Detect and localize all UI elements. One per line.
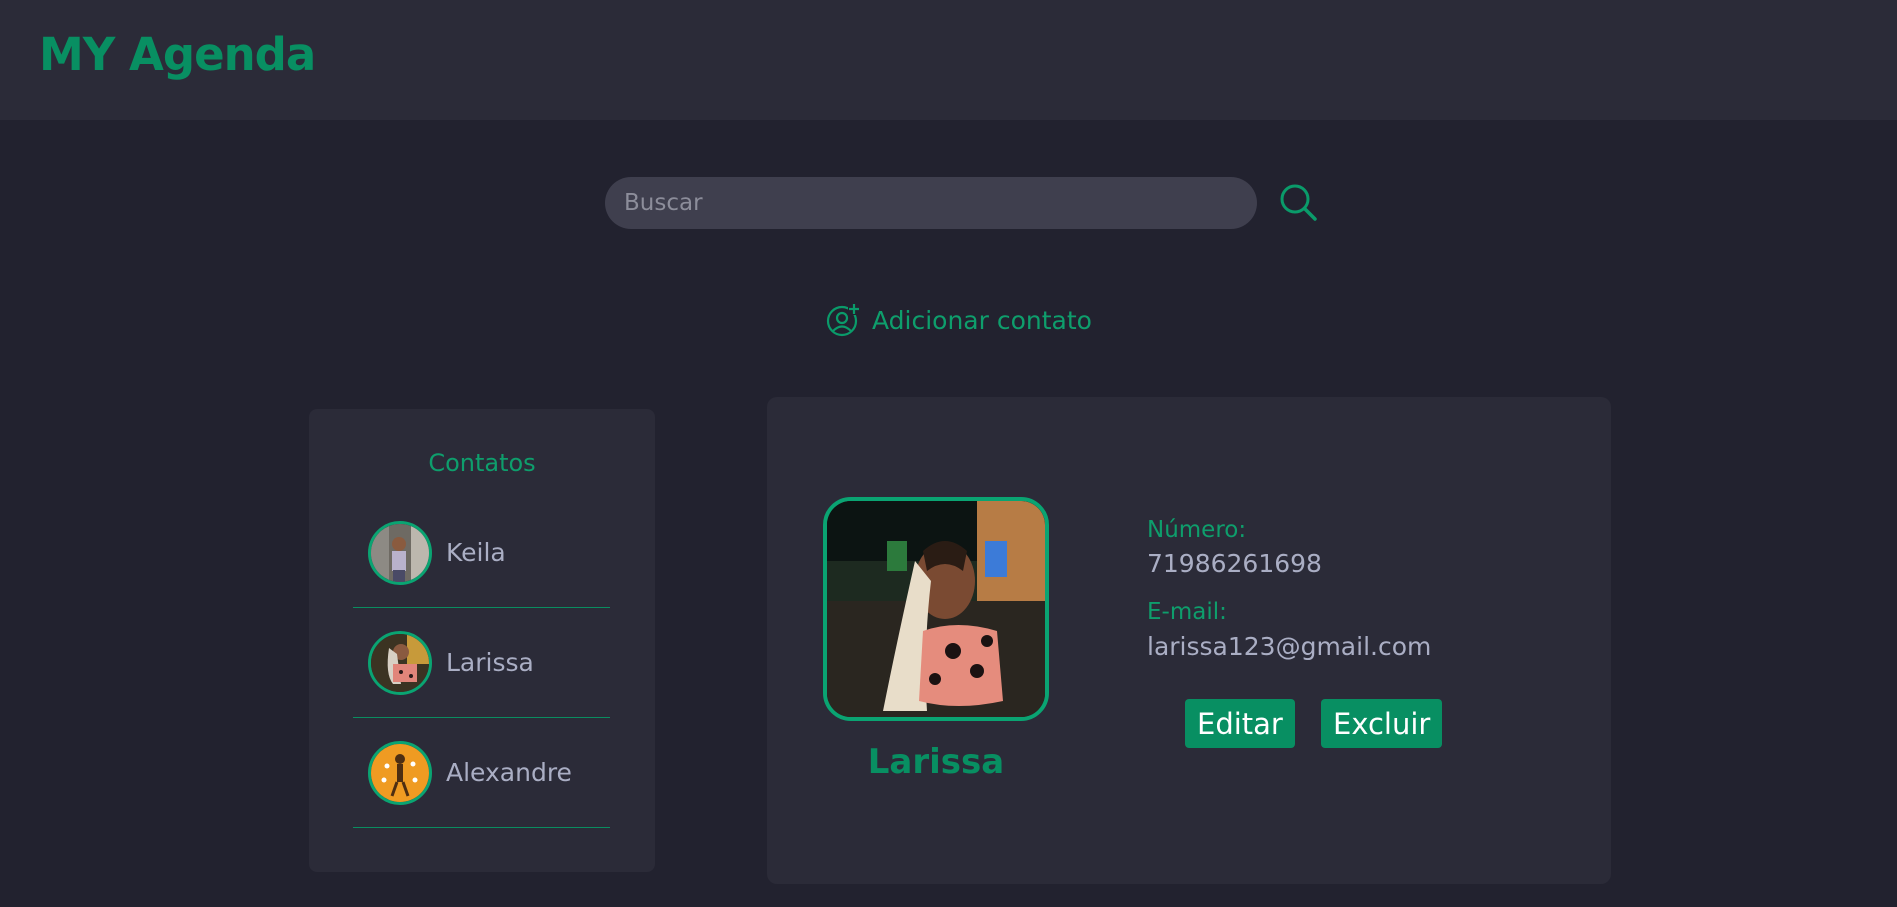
add-contact-label: Adicionar contato	[872, 305, 1092, 335]
avatar	[368, 520, 432, 585]
app-logo: MY Agenda	[39, 28, 316, 81]
contacts-panel: Contatos Keila Larissa Alexandre	[309, 409, 655, 872]
search-input[interactable]	[605, 177, 1257, 229]
contact-name: Keila	[446, 538, 506, 567]
add-contact-button[interactable]: Adicionar contato	[826, 303, 1092, 337]
contact-item-larissa[interactable]: Larissa	[353, 608, 610, 718]
search-icon[interactable]	[1277, 181, 1319, 223]
top-bar: MY Agenda	[0, 0, 1897, 120]
contacts-title: Contatos	[428, 449, 536, 477]
email-label: E-mail:	[1147, 599, 1227, 625]
contact-name: Larissa	[446, 648, 534, 677]
contact-detail-name: Larissa	[867, 742, 1005, 782]
contact-photo	[823, 497, 1049, 721]
email-value: larissa123@gmail.com	[1147, 632, 1432, 661]
number-value: 71986261698	[1147, 549, 1322, 578]
delete-button[interactable]: Excluir	[1321, 699, 1443, 748]
contact-detail-panel: Larissa Número: 71986261698 E-mail: lari…	[767, 397, 1611, 884]
contact-item-keila[interactable]: Keila	[353, 498, 610, 608]
edit-button[interactable]: Editar	[1185, 699, 1295, 748]
add-user-icon	[826, 303, 860, 337]
number-label: Número:	[1147, 517, 1247, 543]
contact-item-alexandre[interactable]: Alexandre	[353, 718, 610, 828]
avatar	[368, 630, 432, 695]
avatar	[368, 740, 432, 805]
contact-name: Alexandre	[446, 758, 572, 787]
